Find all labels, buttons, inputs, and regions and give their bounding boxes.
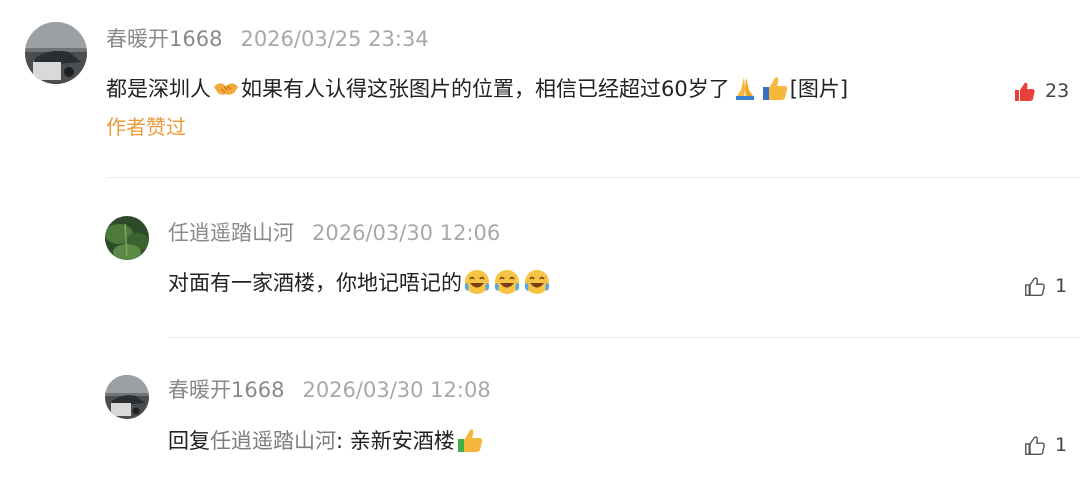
comment-text: 对面有一家酒楼，你地记唔记的 [168, 268, 552, 298]
laughing-crying-emoji [463, 268, 491, 296]
like-count: 23 [1045, 80, 1070, 102]
comment-text: 回复任逍遥踏山河: 亲新安酒楼 [168, 426, 485, 456]
timestamp: 2026/03/25 23:34 [240, 27, 429, 51]
comment-meta: 春暖开1668 2026/03/30 12:08 [168, 376, 491, 404]
avatar[interactable] [25, 22, 87, 84]
like-count: 1 [1055, 434, 1068, 456]
divider [168, 337, 1080, 338]
like-button[interactable]: 1 [1025, 434, 1067, 456]
author-liked-badge: 作者赞过 [106, 115, 186, 139]
folded-hands-emoji [731, 74, 759, 102]
comment-text-part: : 亲新安酒楼 [336, 429, 455, 453]
comment-text-part: 都是深圳人 [106, 77, 211, 101]
thumbs-up-filled-red-icon [1015, 82, 1045, 101]
comment-text: 都是深圳人 如果有人认得这张图片的位置，相信已经超过60岁了 [图片] [106, 74, 848, 104]
reply-prefix: 回复 [168, 429, 210, 453]
comment-meta: 春暖开1668 2026/03/25 23:34 [106, 25, 429, 53]
author-name[interactable]: 春暖开1668 [168, 378, 284, 402]
avatar[interactable] [105, 216, 149, 260]
thumbs-up-outline-icon [1025, 276, 1055, 296]
like-count: 1 [1055, 275, 1068, 297]
like-button[interactable]: 1 [1025, 275, 1067, 297]
avatar[interactable] [105, 375, 149, 419]
handshake-emoji [212, 74, 240, 102]
thumbs-up-emoji [456, 426, 484, 454]
author-name[interactable]: 春暖开1668 [106, 27, 222, 51]
reply-target-link[interactable]: 任逍遥踏山河 [210, 429, 336, 453]
like-button[interactable]: 23 [1015, 80, 1069, 102]
timestamp: 2026/03/30 12:06 [312, 221, 501, 245]
laughing-crying-emoji [493, 268, 521, 296]
comment-text-part: 如果有人认得这张图片的位置，相信已经超过60岁了 [241, 77, 730, 101]
laughing-crying-emoji [523, 268, 551, 296]
thumbs-up-emoji [761, 74, 789, 102]
divider [106, 177, 1080, 178]
timestamp: 2026/03/30 12:08 [302, 378, 491, 402]
author-name[interactable]: 任逍遥踏山河 [168, 221, 294, 245]
comment-meta: 任逍遥踏山河 2026/03/30 12:06 [168, 219, 500, 247]
comment-text-part[interactable]: [图片] [790, 77, 848, 101]
thumbs-up-outline-icon [1025, 435, 1055, 455]
comment-text-part: 对面有一家酒楼，你地记唔记的 [168, 271, 462, 295]
